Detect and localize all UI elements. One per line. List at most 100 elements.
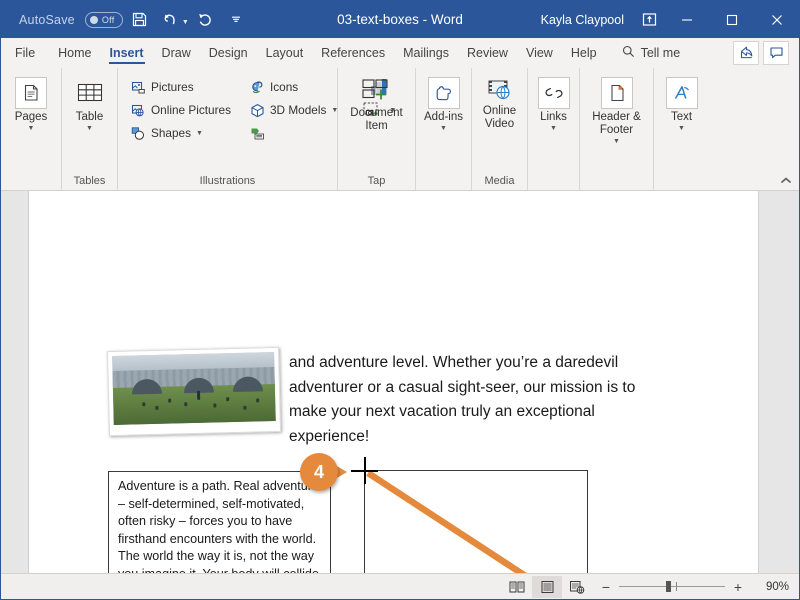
tell-me-label: Tell me bbox=[640, 45, 681, 60]
pages-label: Pages bbox=[14, 111, 48, 123]
autosave-toggle[interactable]: Off bbox=[84, 11, 123, 28]
pages-group-label bbox=[1, 173, 61, 190]
add-ins-label: Add-ins bbox=[424, 111, 463, 123]
web-layout-button[interactable] bbox=[562, 576, 592, 598]
pages-dropdown-icon[interactable]: ▼ bbox=[28, 124, 35, 133]
3d-models-label: 3D Models bbox=[270, 103, 327, 117]
media-group-label: Media bbox=[484, 175, 515, 187]
save-icon[interactable] bbox=[127, 7, 153, 33]
document-item-button[interactable]: Document Item bbox=[344, 74, 409, 133]
shapes-label: Shapes bbox=[151, 126, 192, 140]
pages-button[interactable]: Pages ▼ bbox=[7, 74, 55, 133]
document-canvas[interactable]: and adventure level. Whether you’re a da… bbox=[1, 191, 799, 573]
links-button[interactable]: Links ▼ bbox=[534, 74, 573, 133]
zoom-level-label[interactable]: 90% bbox=[755, 581, 789, 593]
title-bar: AutoSave Off ▼ 03-text-boxes - Word Kayl… bbox=[1, 1, 799, 38]
read-mode-button[interactable] bbox=[502, 576, 532, 598]
share-button[interactable] bbox=[733, 40, 759, 65]
tab-layout[interactable]: Layout bbox=[257, 38, 313, 67]
text-box-left[interactable]: Adventure is a path. Real adventure – se… bbox=[108, 471, 331, 573]
tap-group: Document Item Tap bbox=[337, 68, 415, 190]
text-label: Text bbox=[670, 111, 693, 123]
zoom-slider-thumb[interactable] bbox=[666, 581, 671, 592]
tab-bar-right bbox=[733, 38, 799, 67]
tell-me-box[interactable]: Tell me bbox=[614, 38, 689, 67]
text-box-right[interactable] bbox=[364, 470, 588, 573]
step-callout-badge: 4 bbox=[300, 453, 347, 491]
tap-group-label: Tap bbox=[367, 175, 386, 187]
chevron-up-icon[interactable] bbox=[779, 176, 793, 188]
close-button[interactable] bbox=[754, 1, 799, 38]
zoom-in-button[interactable]: + bbox=[732, 579, 744, 595]
ribbon-tab-bar: File Home Insert Draw Design Layout Refe… bbox=[1, 38, 799, 68]
print-layout-button[interactable] bbox=[532, 575, 562, 598]
account-name[interactable]: Kayla Claypool bbox=[531, 13, 634, 27]
shapes-button[interactable]: Shapes ▼ bbox=[126, 122, 235, 144]
3d-models-button[interactable]: 3D Models ▼ bbox=[245, 99, 342, 121]
add-ins-dropdown-icon[interactable]: ▼ bbox=[440, 124, 447, 133]
addins-group: Add-ins ▼ bbox=[415, 68, 471, 190]
customize-quick-access-icon[interactable] bbox=[223, 7, 249, 33]
tab-view[interactable]: View bbox=[517, 38, 562, 67]
ribbon: Pages ▼ Table ▼ Tables Pictures Online P… bbox=[1, 68, 799, 191]
tab-home[interactable]: Home bbox=[49, 38, 100, 67]
text-dropdown-icon[interactable]: ▼ bbox=[678, 124, 685, 133]
pictures-button[interactable]: Pictures bbox=[126, 76, 235, 98]
document-item-label: Document Item bbox=[350, 107, 403, 132]
online-pictures-button[interactable]: Online Pictures bbox=[126, 99, 235, 121]
smartart-button[interactable] bbox=[245, 122, 342, 144]
tab-references[interactable]: References bbox=[312, 38, 394, 67]
undo-icon[interactable] bbox=[157, 7, 183, 33]
redo-icon[interactable] bbox=[193, 7, 219, 33]
text-button[interactable]: Text ▼ bbox=[660, 74, 703, 133]
quick-access-toolbar: AutoSave Off ▼ bbox=[1, 7, 249, 33]
word-window: AutoSave Off ▼ 03-text-boxes - Word Kayl… bbox=[0, 0, 800, 600]
comments-button[interactable] bbox=[763, 40, 789, 65]
icons-icon bbox=[249, 79, 266, 96]
tab-design[interactable]: Design bbox=[200, 38, 257, 67]
title-bar-right: Kayla Claypool bbox=[531, 1, 799, 38]
undo-dropdown-icon[interactable]: ▼ bbox=[182, 19, 189, 26]
autosave-toggle-knob bbox=[89, 15, 98, 24]
document-item-icon bbox=[359, 77, 395, 105]
online-pictures-label: Online Pictures bbox=[151, 103, 231, 117]
tab-insert[interactable]: Insert bbox=[101, 38, 153, 67]
pictures-icon bbox=[130, 79, 147, 96]
links-dropdown-icon[interactable]: ▼ bbox=[550, 124, 557, 133]
online-video-button[interactable]: Online Video bbox=[478, 74, 521, 131]
table-dropdown-icon[interactable]: ▼ bbox=[86, 124, 93, 133]
maximize-button[interactable] bbox=[709, 1, 754, 38]
tables-group-label: Tables bbox=[73, 175, 106, 187]
tab-help[interactable]: Help bbox=[562, 38, 606, 67]
tables-group: Table ▼ Tables bbox=[61, 68, 117, 190]
tab-mailings[interactable]: Mailings bbox=[394, 38, 458, 67]
zoom-out-button[interactable]: − bbox=[600, 579, 612, 595]
document-paragraph[interactable]: and adventure level. Whether you’re a da… bbox=[289, 351, 639, 449]
3d-models-icon bbox=[249, 102, 266, 119]
header-footer-button[interactable]: Header & Footer ▼ bbox=[586, 74, 647, 146]
tab-draw[interactable]: Draw bbox=[153, 38, 200, 67]
icons-button[interactable]: Icons bbox=[245, 76, 342, 98]
document-photo[interactable] bbox=[106, 346, 282, 437]
tab-review[interactable]: Review bbox=[458, 38, 517, 67]
add-ins-button[interactable]: Add-ins ▼ bbox=[422, 74, 465, 133]
links-group-label bbox=[528, 173, 579, 190]
zoom-slider-tick bbox=[676, 582, 677, 591]
links-group: Links ▼ bbox=[527, 68, 579, 190]
tab-file[interactable]: File bbox=[1, 38, 49, 67]
links-icon bbox=[537, 77, 570, 109]
header-footer-dropdown-icon[interactable]: ▼ bbox=[613, 137, 620, 146]
minimize-button[interactable] bbox=[664, 1, 709, 38]
pages-icon bbox=[15, 77, 47, 109]
pages-group: Pages ▼ bbox=[1, 68, 61, 190]
illustrations-group: Pictures Online Pictures Shapes ▼ Icons … bbox=[117, 68, 396, 190]
header-footer-group: Header & Footer ▼ bbox=[579, 68, 653, 190]
zoom-slider[interactable] bbox=[619, 581, 725, 592]
media-group: Online Video Media bbox=[471, 68, 527, 190]
header-footer-label: Header & Footer bbox=[592, 111, 641, 136]
search-icon bbox=[622, 45, 635, 61]
autosave-label: AutoSave bbox=[19, 12, 75, 27]
table-button[interactable]: Table ▼ bbox=[68, 74, 111, 133]
ribbon-display-options-icon[interactable] bbox=[634, 1, 664, 38]
shapes-dropdown-icon[interactable]: ▼ bbox=[196, 130, 203, 137]
